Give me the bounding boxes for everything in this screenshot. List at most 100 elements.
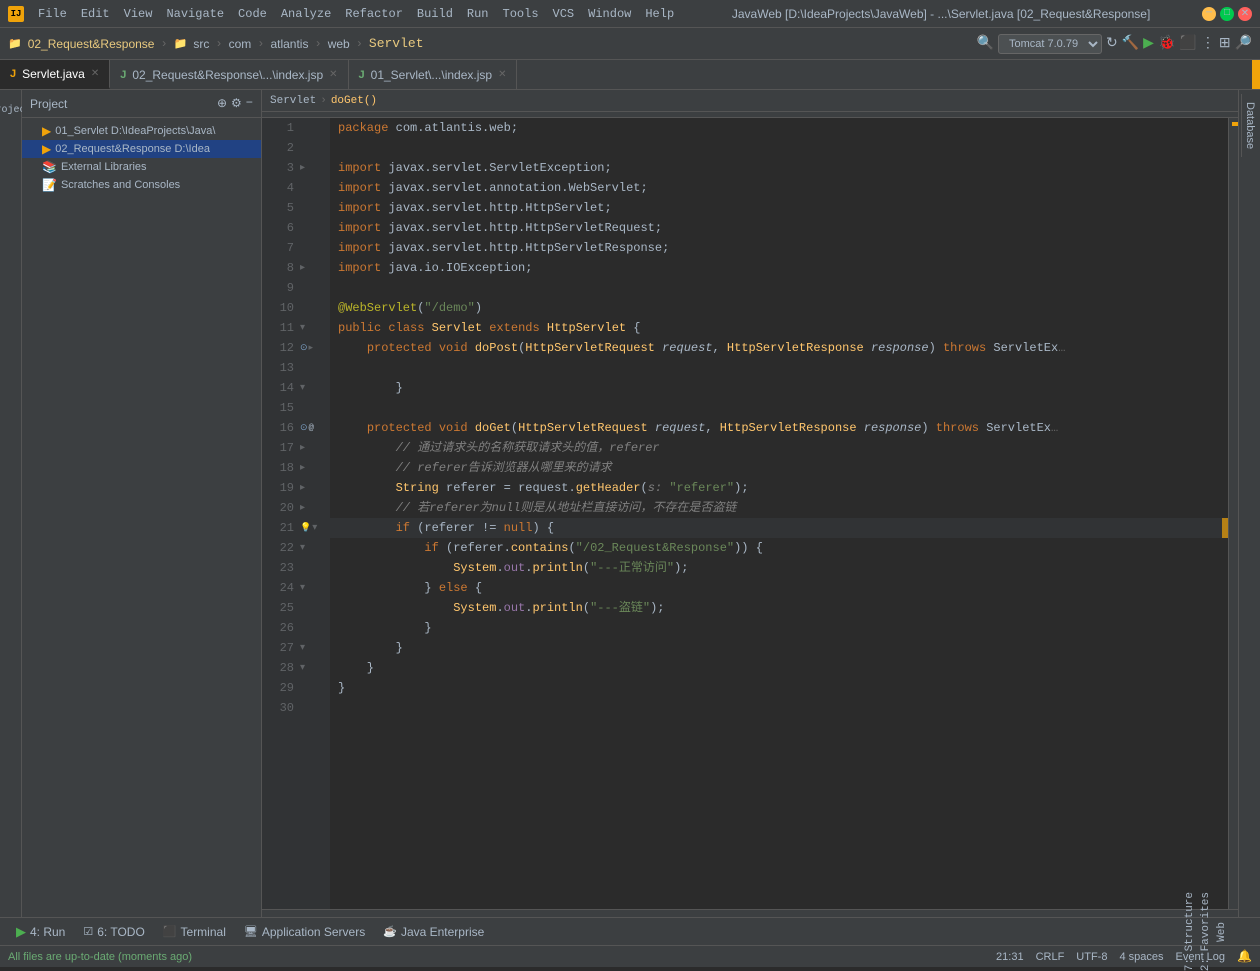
- bottom-tab-java-enterprise[interactable]: ☕ Java Enterprise: [375, 923, 492, 941]
- menu-vcs[interactable]: VCS: [547, 5, 581, 23]
- menu-view[interactable]: View: [118, 5, 159, 23]
- layout-icon[interactable]: ⊞: [1219, 35, 1231, 52]
- code-line-26: }: [330, 618, 1228, 638]
- tree-item-02-request[interactable]: ▶ 02_Request&Response D:\Idea: [22, 140, 261, 158]
- menu-help[interactable]: Help: [639, 5, 680, 23]
- tab-servlet-java[interactable]: J Servlet.java ✕: [0, 60, 110, 89]
- close-button[interactable]: ✕: [1238, 7, 1252, 21]
- code-line-12: protected void doPost(HttpServletRequest…: [330, 338, 1228, 358]
- more-icon[interactable]: ⋮: [1201, 35, 1215, 52]
- gutter-9: 9: [262, 278, 330, 298]
- code-line-30: [330, 698, 1228, 718]
- lib-icon: 📚: [42, 160, 57, 174]
- impl-icon-16[interactable]: ⊙: [300, 423, 308, 433]
- debug-icon[interactable]: 🐞: [1158, 35, 1175, 52]
- menu-code[interactable]: Code: [232, 5, 273, 23]
- favorites-tab[interactable]: 2: Favorites: [1200, 892, 1212, 971]
- sidebar-locate-icon[interactable]: ⊕: [217, 96, 227, 111]
- menu-tools[interactable]: Tools: [497, 5, 545, 23]
- scroll-marker-column: [1228, 118, 1238, 909]
- tree-item-scratches[interactable]: 📝 Scratches and Consoles: [22, 176, 261, 194]
- build-icon[interactable]: 🔨: [1122, 35, 1139, 52]
- menu-build[interactable]: Build: [411, 5, 459, 23]
- sidebar-collapse-icon[interactable]: −: [246, 96, 253, 111]
- search-icon[interactable]: 🔍: [977, 35, 994, 52]
- menu-file[interactable]: File: [32, 5, 73, 23]
- app-icon: IJ: [8, 6, 24, 22]
- javaee-tab-label: Java Enterprise: [401, 925, 484, 939]
- code-line-24: } else {: [330, 578, 1228, 598]
- bottom-tab-todo[interactable]: ☑ 6: TODO: [75, 923, 152, 941]
- java-icon: J: [10, 68, 16, 80]
- tab-label-index-01: 01_Servlet\...\index.jsp: [371, 68, 492, 82]
- editor-scroll-area[interactable]: 1 2 3 ▸ 4 5: [262, 118, 1238, 909]
- notifications-icon[interactable]: 🔔: [1237, 949, 1252, 964]
- code-line-1: package com.atlantis.web;: [330, 118, 1228, 138]
- main-content: 1: Project Project ⊕ ⚙ − ▶ 01_Servlet D:…: [0, 90, 1260, 917]
- menu-run[interactable]: Run: [461, 5, 495, 23]
- menu-bar: File Edit View Navigate Code Analyze Ref…: [32, 5, 680, 23]
- menu-window[interactable]: Window: [582, 5, 637, 23]
- sidebar-settings-icon[interactable]: ⚙: [231, 96, 242, 111]
- stop-icon[interactable]: ⬛: [1179, 35, 1196, 52]
- database-tab[interactable]: Database: [1241, 94, 1258, 157]
- gutter-30: 30: [262, 698, 330, 718]
- code-editor[interactable]: Servlet › doGet() 1 2 3 ▸: [262, 90, 1238, 917]
- tree-label-02: 02_Request&Response D:\Idea: [55, 143, 210, 155]
- status-charset[interactable]: UTF-8: [1076, 951, 1107, 963]
- bottom-tab-app-servers[interactable]: 🖥 Application Servers: [236, 923, 373, 941]
- tab-close-servlet[interactable]: ✕: [91, 68, 99, 79]
- menu-refactor[interactable]: Refactor: [339, 5, 409, 23]
- bottom-tab-run[interactable]: ▶ 4: Run: [8, 922, 73, 942]
- fold-icon-21[interactable]: ▾: [312, 522, 317, 534]
- project-folder-icon: 📁: [8, 37, 22, 51]
- atlantis-breadcrumb: atlantis: [270, 37, 308, 51]
- reload-icon[interactable]: ↻: [1106, 35, 1118, 52]
- menu-analyze[interactable]: Analyze: [275, 5, 337, 23]
- tab-close-index-01[interactable]: ✕: [498, 69, 506, 80]
- status-indent[interactable]: 4 spaces: [1119, 951, 1163, 963]
- bottom-bar: ▶ 4: Run ☑ 6: TODO ⬛ Terminal 🖥 Applicat…: [0, 917, 1260, 945]
- status-line-ending[interactable]: CRLF: [1036, 951, 1065, 963]
- title-bar: IJ File Edit View Navigate Code Analyze …: [0, 0, 1260, 28]
- gutter-25: 25: [262, 598, 330, 618]
- search2-icon[interactable]: 🔎: [1235, 35, 1252, 52]
- code-line-7: import javax.servlet.http.HttpServletRes…: [330, 238, 1228, 258]
- structure-tab[interactable]: 7: Structure: [1184, 892, 1196, 971]
- code-line-11: public class Servlet extends HttpServlet…: [330, 318, 1228, 338]
- gutter-19: 19 ▸: [262, 478, 330, 498]
- tree-item-01-servlet[interactable]: ▶ 01_Servlet D:\IdeaProjects\Java\: [22, 122, 261, 140]
- code-line-20: // 若referer为null则是从地址栏直接访问，不存在是否盗链: [330, 498, 1228, 518]
- menu-navigate[interactable]: Navigate: [160, 5, 230, 23]
- gutter-26: 26: [262, 618, 330, 638]
- gutter-15: 15: [262, 398, 330, 418]
- tab-bar: J Servlet.java ✕ J 02_Request&Response\.…: [0, 60, 1260, 90]
- code-line-8: import java.io.IOException;: [330, 258, 1228, 278]
- warn-icon-21[interactable]: 💡: [300, 523, 311, 533]
- impl-icon-12[interactable]: ⊙: [300, 343, 308, 353]
- web-tab[interactable]: Web: [1216, 922, 1228, 942]
- bottom-tab-terminal[interactable]: ⬛ Terminal: [155, 923, 234, 941]
- tree-item-external-libs[interactable]: 📚 External Libraries: [22, 158, 261, 176]
- terminal-tab-label: Terminal: [181, 925, 226, 939]
- modified-indicator: [1252, 60, 1260, 89]
- tomcat-selector[interactable]: Tomcat 7.0.79: [998, 34, 1102, 54]
- sidebar-tree: ▶ 01_Servlet D:\IdeaProjects\Java\ ▶ 02_…: [22, 118, 261, 917]
- code-line-9: [330, 278, 1228, 298]
- jsp-icon-1: J: [120, 69, 126, 81]
- tab-index-jsp-01[interactable]: J 01_Servlet\...\index.jsp ✕: [349, 60, 518, 89]
- gutter-3: 3 ▸: [262, 158, 330, 178]
- todo-tab-label: 6: TODO: [97, 925, 145, 939]
- horizontal-scrollbar[interactable]: [262, 909, 1238, 917]
- sidebar-title: Project: [30, 97, 67, 111]
- minimize-button[interactable]: ─: [1202, 7, 1216, 21]
- maximize-button[interactable]: □: [1220, 7, 1234, 21]
- menu-edit[interactable]: Edit: [75, 5, 116, 23]
- run-icon[interactable]: ▶: [1143, 35, 1154, 52]
- tab-index-jsp-02[interactable]: J 02_Request&Response\...\index.jsp ✕: [110, 60, 348, 89]
- code-content[interactable]: package com.atlantis.web; import javax.s…: [330, 118, 1228, 909]
- tab-close-index-02[interactable]: ✕: [329, 69, 337, 80]
- gutter-1: 1: [262, 118, 330, 138]
- fold-icon-12[interactable]: ▸: [309, 343, 314, 353]
- tab-label-servlet: Servlet.java: [22, 67, 85, 81]
